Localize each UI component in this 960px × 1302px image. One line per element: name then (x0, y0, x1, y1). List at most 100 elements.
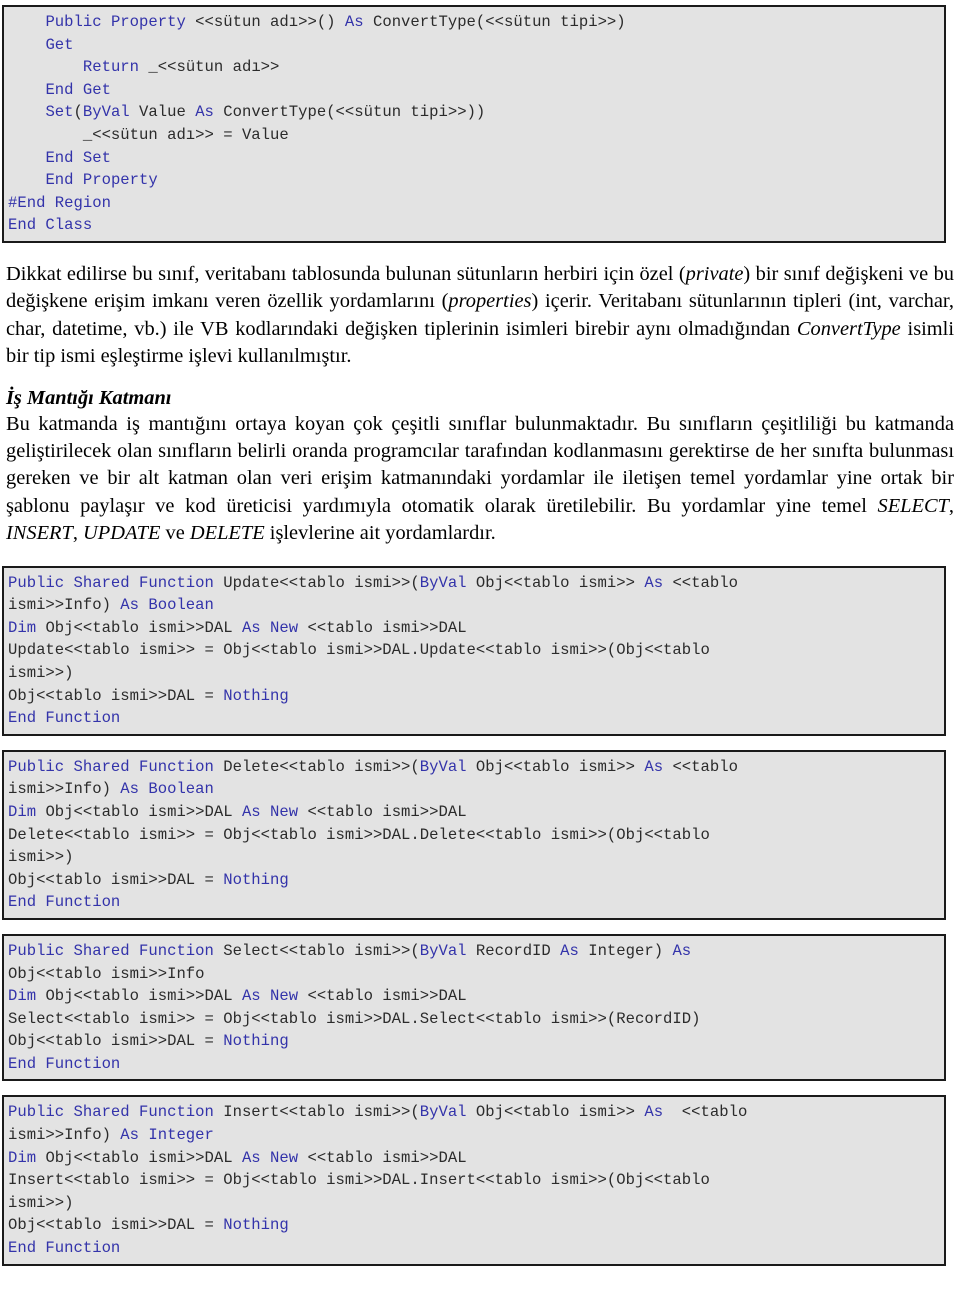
code-line: ismi>>) (8, 662, 944, 685)
code-text: Select<<tablo ismi>>( (223, 941, 420, 960)
code-keyword: Nothing (223, 686, 289, 705)
code-text: Obj<<tablo ismi>>DAL (45, 618, 242, 637)
code-line: Dim Obj<<tablo ismi>>DAL As New <<tablo … (8, 801, 944, 824)
code-keyword: ByVal (419, 1103, 476, 1122)
code-keyword: Get (45, 35, 74, 54)
text-run: Dikkat edilirse bu sınıf, veritabanı tab… (6, 262, 686, 285)
code-line: End Property (8, 169, 944, 192)
code-text: Value (139, 103, 196, 122)
emphasis-run: SELECT (877, 494, 949, 517)
code-keyword: End Class (8, 216, 93, 235)
code-text: Select<<tablo ismi>> = Obj<<tablo ismi>>… (8, 1009, 701, 1028)
code-text: <<tablo (672, 1103, 748, 1122)
text-run: işlevlerine ait yordamlardır. (264, 522, 496, 545)
code-line: Public Shared Function Select<<tablo ism… (8, 940, 944, 963)
code-keyword: ByVal (82, 103, 140, 122)
code-line: _<<sütun adı>> = Value (8, 124, 944, 147)
code-line: Public Property <<sütun adı>>() As Conve… (8, 11, 944, 34)
code-keyword: Return (82, 58, 149, 77)
code-text: Delete<<tablo ismi>>( (223, 757, 420, 776)
code-text: <<tablo ismi>>DAL (307, 618, 467, 637)
code-line: Obj<<tablo ismi>>DAL = Nothing (8, 1030, 944, 1053)
code-line: End Function (8, 1053, 944, 1076)
emphasis-run: UPDATE (83, 522, 161, 545)
section-heading-business-logic-layer: İş Mantığı Katmanı (6, 386, 172, 409)
code-text: Integer) (588, 941, 673, 960)
code-text: Delete<<tablo ismi>> = Obj<<tablo ismi>>… (8, 825, 710, 844)
code-text: Update<<tablo ismi>>( (223, 573, 420, 592)
code-keyword: Nothing (223, 870, 289, 889)
code-text: _<<sütun adı>> = Value (8, 125, 289, 144)
code-keyword: #End Region (8, 193, 111, 212)
code-line: ismi>>) (8, 1192, 944, 1215)
paragraph-business-logic-description: Bu katmanda iş mantığını ortaya koyan ço… (0, 411, 960, 548)
code-keyword: Nothing (223, 1032, 289, 1051)
code-keyword: As Integer (120, 1126, 214, 1145)
emphasis-run: properties (448, 290, 532, 313)
code-text: Obj<<tablo ismi>>DAL (45, 987, 242, 1006)
code-keyword: As Boolean (120, 780, 214, 799)
code-line: Update<<tablo ismi>> = Obj<<tablo ismi>>… (8, 639, 944, 662)
code-keyword: As (344, 13, 373, 31)
text-run: , (72, 522, 84, 545)
emphasis-run: ConvertType (796, 317, 901, 340)
code-line: Insert<<tablo ismi>> = Obj<<tablo ismi>>… (8, 1169, 944, 1192)
code-line: Dim Obj<<tablo ismi>>DAL As New <<tablo … (8, 985, 944, 1008)
code-text: Insert<<tablo ismi>>( (223, 1103, 420, 1122)
code-line: Public Shared Function Insert<<tablo ism… (8, 1101, 944, 1124)
code-text: Obj<<tablo ismi>>Info (8, 964, 205, 983)
code-keyword: As (644, 757, 673, 776)
code-keyword: End Set (45, 148, 111, 167)
code-block-update-function: Public Shared Function Update<<tablo ism… (2, 565, 946, 736)
code-line: End Set (8, 147, 944, 170)
code-line: Select<<tablo ismi>> = Obj<<tablo ismi>>… (8, 1008, 944, 1031)
text-run: Bu katmanda iş mantığını ortaya koyan ço… (6, 412, 954, 517)
code-line: Obj<<tablo ismi>>DAL = Nothing (8, 1214, 944, 1237)
code-line: End Get (8, 79, 944, 102)
paragraph-data-layer-description: Dikkat edilirse bu sınıf, veritabanı tab… (0, 261, 960, 371)
code-keyword: As (672, 941, 692, 960)
code-keyword: End Function (8, 709, 121, 728)
code-keyword: Dim (8, 618, 46, 637)
code-line: ismi>>Info) As Integer (8, 1124, 944, 1147)
code-keyword: End Property (45, 171, 158, 190)
code-keyword: Public Shared Function (8, 573, 224, 592)
code-keyword: As New (241, 618, 308, 637)
code-block-property: Public Property <<sütun adı>>() As Conve… (2, 5, 946, 243)
code-text: Update<<tablo ismi>> = Obj<<tablo ismi>>… (8, 641, 710, 660)
code-text: Obj<<tablo ismi>> (475, 573, 645, 592)
code-line: Obj<<tablo ismi>>DAL = Nothing (8, 869, 944, 892)
code-text: Obj<<tablo ismi>>DAL (45, 1148, 242, 1167)
code-text: <<tablo (672, 757, 738, 776)
code-block-insert-function: Public Shared Function Insert<<tablo ism… (2, 1095, 946, 1266)
code-keyword: As New (241, 802, 308, 821)
code-text: ( (73, 103, 83, 122)
code-text: ismi>>) (8, 848, 74, 867)
code-text: ismi>>) (8, 1193, 74, 1212)
code-block-delete-function: Public Shared Function Delete<<tablo ism… (2, 749, 946, 920)
code-keyword: Dim (8, 1148, 46, 1167)
code-text: Obj<<tablo ismi>>DAL = (8, 1032, 224, 1051)
document-page: Public Property <<sütun adı>>() As Conve… (0, 5, 960, 1266)
code-keyword: As New (241, 1148, 308, 1167)
code-text: ismi>>) (8, 663, 74, 682)
code-keyword: As (195, 103, 224, 122)
code-text: Obj<<tablo ismi>>DAL = (8, 686, 224, 705)
code-keyword: As (644, 1103, 673, 1122)
code-text: Insert<<tablo ismi>> = Obj<<tablo ismi>>… (8, 1171, 710, 1190)
code-text: <<tablo ismi>>DAL (307, 987, 467, 1006)
code-line: Public Shared Function Update<<tablo ism… (8, 572, 944, 595)
code-line: ismi>>) (8, 846, 944, 869)
code-keyword: Public Shared Function (8, 941, 224, 960)
code-text: Obj<<tablo ismi>>DAL = (8, 870, 224, 889)
emphasis-run: INSERT (6, 522, 73, 545)
